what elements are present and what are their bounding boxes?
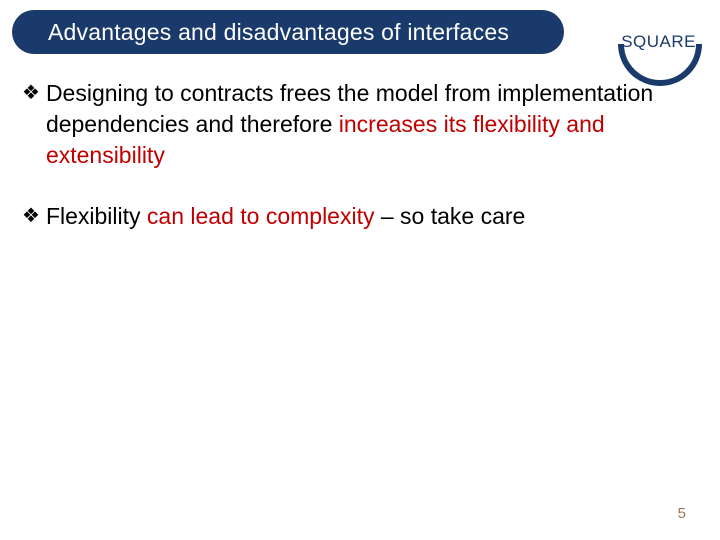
- bullet-item: ❖ Flexibility can lead to complexity – s…: [22, 201, 698, 232]
- bullet-item: ❖ Designing to contracts frees the model…: [22, 78, 698, 171]
- diamond-bullet-icon: ❖: [22, 201, 40, 231]
- page-number: 5: [678, 505, 686, 522]
- text-segment: – so take care: [374, 203, 525, 229]
- text-segment-highlight: can lead to complexity: [147, 203, 375, 229]
- slide-title: Advantages and disadvantages of interfac…: [48, 19, 509, 46]
- text-segment: Flexibility: [46, 203, 147, 229]
- diamond-bullet-icon: ❖: [22, 78, 40, 108]
- bullet-text: Designing to contracts frees the model f…: [46, 78, 698, 171]
- bullet-text: Flexibility can lead to complexity – so …: [46, 201, 698, 232]
- slide-title-bar: Advantages and disadvantages of interfac…: [12, 10, 564, 54]
- slide-body: ❖ Designing to contracts frees the model…: [22, 78, 698, 262]
- logo-text: SQUARE: [621, 32, 696, 52]
